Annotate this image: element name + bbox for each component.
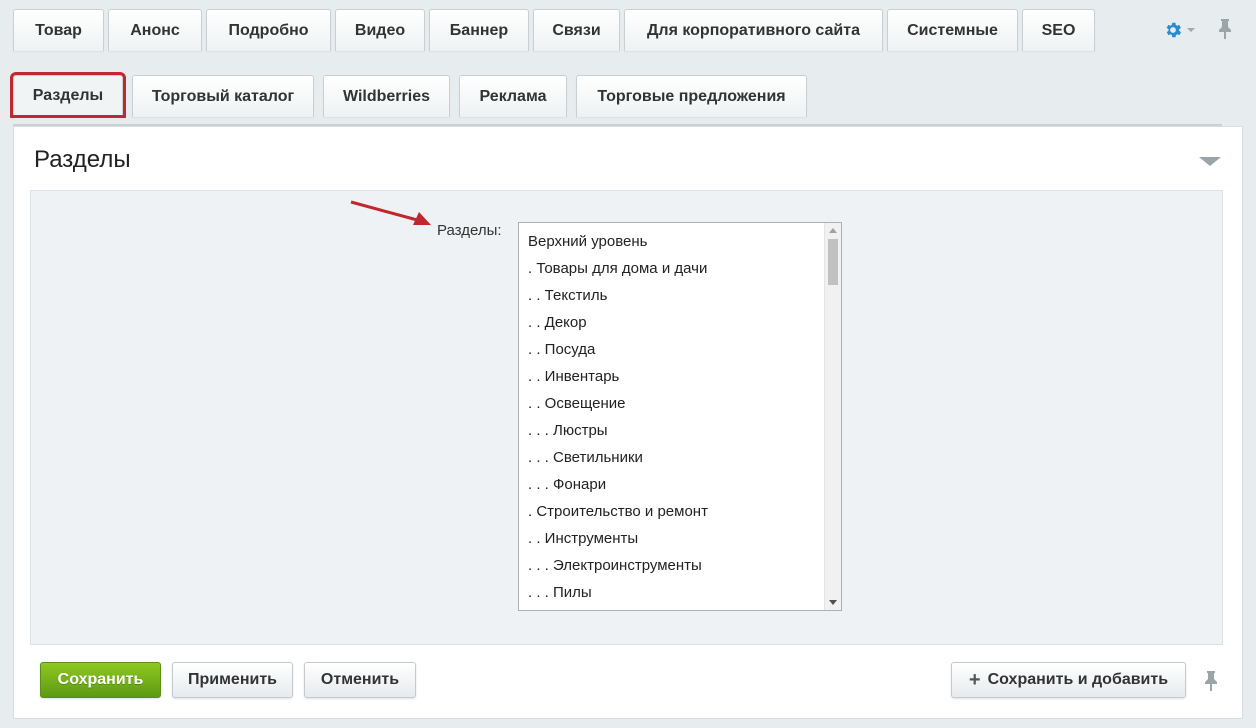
scroll-thumb[interactable]	[828, 239, 838, 285]
list-item[interactable]: . . Инвентарь	[519, 363, 841, 390]
sub-tabs: Разделы Торговый каталог Wildberries Рек…	[10, 72, 811, 119]
list-item[interactable]: . . . Электроинструменты	[519, 552, 841, 579]
chevron-down-icon	[1187, 28, 1195, 32]
save-button[interactable]: Сохранить	[40, 662, 161, 698]
panel-title: Разделы	[34, 146, 131, 173]
list-item[interactable]: . . Текстиль	[519, 282, 841, 309]
tab-video[interactable]: Видео	[335, 9, 425, 51]
tab-banner[interactable]: Баннер	[429, 9, 529, 51]
pin-icon[interactable]	[1203, 670, 1219, 692]
pin-icon[interactable]	[1217, 18, 1233, 40]
list-item[interactable]: . . . Люстры	[519, 417, 841, 444]
cancel-button[interactable]: Отменить	[304, 662, 416, 698]
apply-button[interactable]: Применить	[172, 662, 293, 698]
listbox-scrollbar[interactable]	[824, 223, 841, 610]
sections-panel: Разделы Разделы: Верхний уровень. Товары…	[13, 126, 1243, 719]
list-item[interactable]: Верхний уровень	[519, 228, 841, 255]
red-arrow-annotation	[350, 200, 431, 225]
tab-system[interactable]: Системные	[887, 9, 1018, 51]
save-and-add-label: Сохранить и добавить	[987, 671, 1169, 688]
list-item[interactable]: . Строительство и ремонт	[519, 498, 841, 525]
subtab-sections[interactable]: Разделы	[10, 72, 126, 118]
tab-podrobno[interactable]: Подробно	[206, 9, 331, 51]
list-item[interactable]: . . Освещение	[519, 390, 841, 417]
save-and-add-button[interactable]: + Сохранить и добавить	[951, 662, 1186, 698]
list-item[interactable]: . . . Фонари	[519, 471, 841, 498]
scroll-down-icon[interactable]	[829, 600, 837, 605]
tab-seo[interactable]: SEO	[1022, 9, 1095, 51]
scroll-up-icon[interactable]	[829, 228, 837, 233]
list-item[interactable]: . . . Пилы	[519, 579, 841, 606]
tab-svyazi[interactable]: Связи	[533, 9, 620, 51]
sections-list: Верхний уровень. Товары для дома и дачи.…	[519, 223, 841, 606]
tab-tovar[interactable]: Товар	[13, 9, 104, 51]
list-item[interactable]: . . Инструменты	[519, 525, 841, 552]
sections-listbox[interactable]: Верхний уровень. Товары для дома и дачи.…	[518, 222, 842, 611]
list-item[interactable]: . Товары для дома и дачи	[519, 255, 841, 282]
top-tabs: Товар Анонс Подробно Видео Баннер Связи …	[13, 9, 1099, 53]
list-item[interactable]: . . Декор	[519, 309, 841, 336]
subtab-advertising[interactable]: Реклама	[459, 75, 567, 117]
collapse-arrow-icon[interactable]	[1199, 157, 1221, 166]
tab-corporate-site[interactable]: Для корпоративного сайта	[624, 9, 883, 51]
subtab-trade-catalog[interactable]: Торговый каталог	[132, 75, 314, 117]
plus-icon: +	[968, 669, 981, 691]
list-item[interactable]: . . . Светильники	[519, 444, 841, 471]
list-item[interactable]: . . Посуда	[519, 336, 841, 363]
field-area: Разделы: Верхний уровень. Товары для дом…	[30, 190, 1223, 645]
sections-field-label: Разделы:	[437, 222, 502, 239]
subtab-trade-offers[interactable]: Торговые предложения	[576, 75, 807, 117]
settings-menu[interactable]	[1163, 18, 1203, 42]
tab-anons[interactable]: Анонс	[108, 9, 202, 51]
subtab-wildberries[interactable]: Wildberries	[323, 75, 450, 117]
gear-icon	[1166, 22, 1182, 38]
